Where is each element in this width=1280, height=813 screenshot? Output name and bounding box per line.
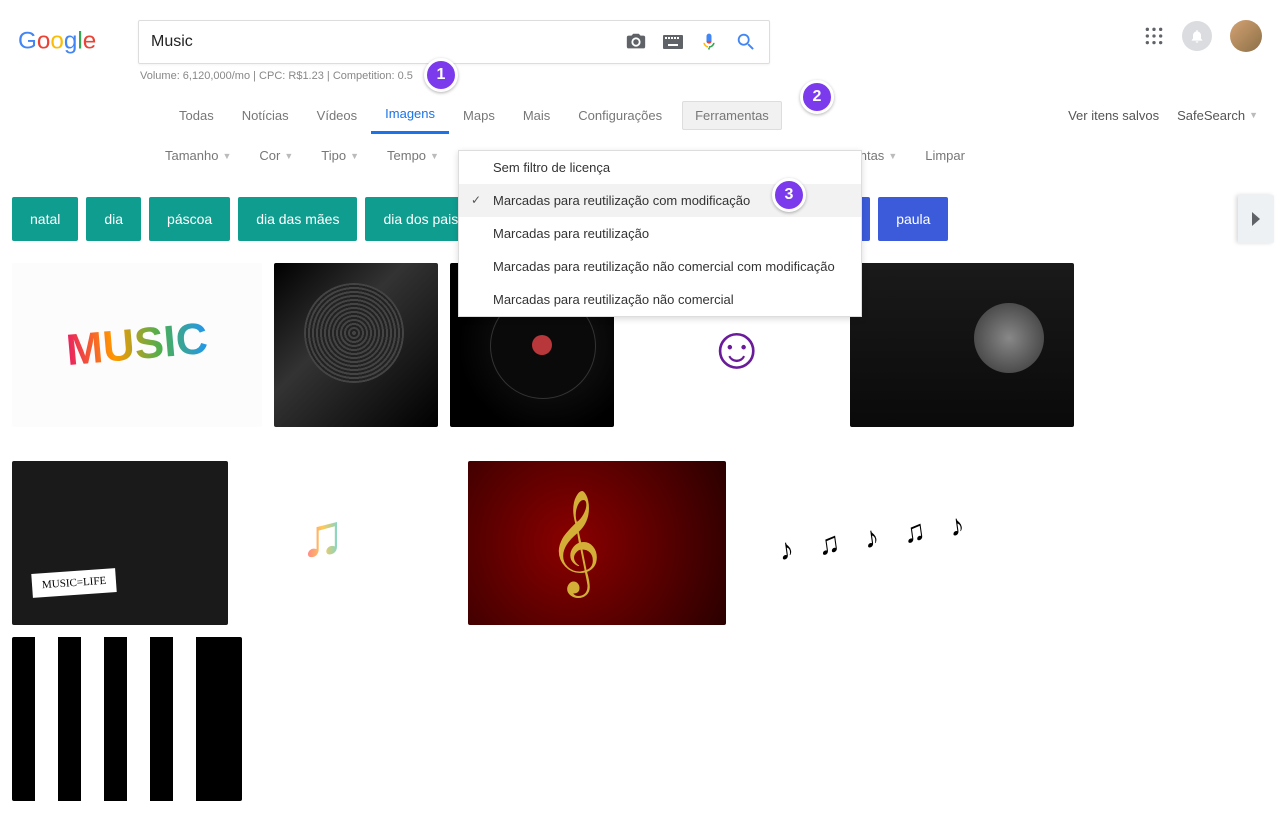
- notifications-icon[interactable]: [1182, 21, 1212, 51]
- dropdown-opt-nc-mod[interactable]: Marcadas para reutilização não comercial…: [459, 250, 861, 283]
- tab-noticias[interactable]: Notícias: [228, 98, 303, 133]
- dropdown-opt-nofilter[interactable]: Sem filtro de licença: [459, 151, 861, 184]
- tab-config[interactable]: Configurações: [564, 98, 676, 133]
- result-thumb[interactable]: [274, 263, 438, 427]
- result-thumb[interactable]: [12, 263, 262, 427]
- search-input[interactable]: [151, 33, 625, 51]
- chips-scroll-right[interactable]: [1238, 195, 1274, 243]
- annotation-3: 3: [772, 178, 806, 212]
- result-thumb[interactable]: [12, 461, 228, 625]
- result-thumb[interactable]: [240, 461, 456, 625]
- dropdown-opt-nc[interactable]: Marcadas para reutilização não comercial: [459, 283, 861, 316]
- chip[interactable]: paula: [878, 197, 948, 241]
- tool-tempo[interactable]: Tempo▼: [387, 148, 439, 163]
- dropdown-opt-reuse[interactable]: Marcadas para reutilização: [459, 217, 861, 250]
- result-thumb[interactable]: [468, 461, 726, 625]
- chip[interactable]: dia das mães: [238, 197, 357, 241]
- license-dropdown: Sem filtro de licença Marcadas para reut…: [458, 150, 862, 317]
- result-thumb[interactable]: [12, 637, 242, 801]
- chip[interactable]: dia: [86, 197, 141, 241]
- search-icon[interactable]: [735, 31, 757, 53]
- camera-icon[interactable]: [625, 31, 647, 53]
- search-meta: Volume: 6,120,000/mo | CPC: R$1.23 | Com…: [140, 70, 1144, 82]
- chip[interactable]: páscoa: [149, 197, 230, 241]
- tab-todas[interactable]: Todas: [165, 98, 228, 133]
- tool-tamanho[interactable]: Tamanho▼: [165, 148, 231, 163]
- avatar[interactable]: [1230, 20, 1262, 52]
- svg-text:Google: Google: [18, 28, 96, 55]
- keyboard-icon[interactable]: [663, 35, 683, 49]
- google-logo[interactable]: Google: [18, 23, 128, 63]
- apps-icon[interactable]: [1144, 26, 1164, 46]
- tool-cor[interactable]: Cor▼: [259, 148, 293, 163]
- link-saved[interactable]: Ver itens salvos: [1068, 108, 1159, 123]
- annotation-1: 1: [424, 58, 458, 92]
- annotation-2: 2: [800, 80, 834, 114]
- result-thumb[interactable]: [850, 263, 1074, 427]
- search-box[interactable]: [138, 20, 770, 64]
- tool-tipo[interactable]: Tipo▼: [321, 148, 359, 163]
- tab-maps[interactable]: Maps: [449, 98, 509, 133]
- tab-imagens[interactable]: Imagens: [371, 96, 449, 134]
- chip[interactable]: natal: [12, 197, 78, 241]
- mic-icon[interactable]: [699, 30, 719, 54]
- tab-ferramentas[interactable]: Ferramentas: [682, 101, 782, 130]
- tab-mais[interactable]: Mais: [509, 98, 564, 133]
- tool-limpar[interactable]: Limpar: [925, 148, 965, 163]
- result-thumb[interactable]: [738, 461, 1038, 625]
- link-safesearch[interactable]: SafeSearch▼: [1177, 108, 1258, 123]
- tab-videos[interactable]: Vídeos: [303, 98, 371, 133]
